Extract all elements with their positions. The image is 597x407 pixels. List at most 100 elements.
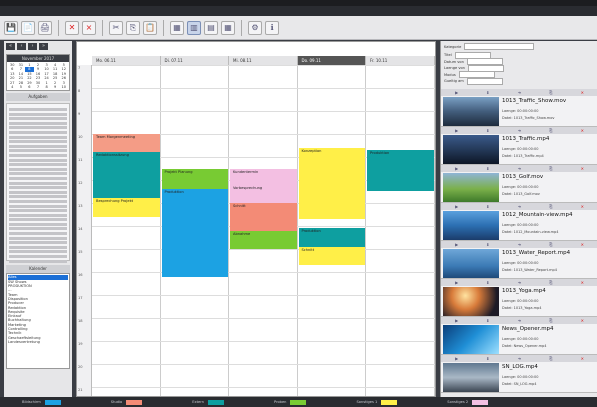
delete-icon[interactable]: ✕ bbox=[581, 356, 584, 361]
download-icon[interactable]: ⬇ bbox=[486, 166, 489, 171]
task-row[interactable] bbox=[9, 218, 67, 222]
copy-icon[interactable]: ⎘ bbox=[549, 242, 552, 247]
calendar-event[interactable]: Produktion bbox=[161, 189, 228, 277]
delete-icon[interactable]: ✕ bbox=[581, 90, 584, 95]
filter-input[interactable] bbox=[464, 43, 535, 50]
task-row[interactable] bbox=[9, 186, 67, 190]
week-view-icon[interactable]: ▤ bbox=[204, 20, 218, 35]
task-row[interactable] bbox=[9, 108, 67, 112]
asset-item[interactable]: ▶ ⬇ ➜ ⎘ ✕ 1013_Traffic_Show.mov Laenge: 00:00:… bbox=[441, 89, 597, 127]
asset-item[interactable]: ▶ ⬇ ➜ ⎘ ✕ 1013_Traffic.mp4 Laenge: 00:00:00:00… bbox=[441, 127, 597, 165]
nav-first-button[interactable]: « bbox=[6, 43, 15, 50]
play-icon[interactable]: ▶ bbox=[455, 280, 458, 285]
copy-icon[interactable]: ⎘ bbox=[549, 356, 552, 361]
send-icon[interactable]: ➜ bbox=[518, 280, 521, 285]
task-row[interactable] bbox=[9, 209, 67, 213]
task-row[interactable] bbox=[9, 259, 67, 263]
mini-calendar-day[interactable]: 6 bbox=[25, 85, 34, 89]
send-icon[interactable]: ➜ bbox=[518, 128, 521, 133]
task-row[interactable] bbox=[9, 172, 67, 176]
copy-icon[interactable]: ⎘ bbox=[549, 166, 552, 171]
task-row[interactable] bbox=[9, 176, 67, 180]
asset-item[interactable]: ▶ ⬇ ➜ ⎘ ✕ SN_LOG.mp4 Laenge: 00:00:00:00 Datei:… bbox=[441, 355, 597, 393]
calendar-event[interactable]: Redaktionssitzung bbox=[93, 152, 160, 199]
task-row[interactable] bbox=[9, 144, 67, 148]
task-row[interactable] bbox=[9, 126, 67, 130]
delete-icon[interactable]: ✕ bbox=[581, 204, 584, 209]
play-icon[interactable]: ▶ bbox=[455, 166, 458, 171]
task-row[interactable] bbox=[9, 140, 67, 144]
calendar-event[interactable]: Kundentermin bbox=[230, 168, 297, 185]
calendar-icon[interactable]: ▦ bbox=[170, 20, 184, 35]
task-row[interactable] bbox=[9, 195, 67, 199]
play-icon[interactable]: ▶ bbox=[455, 356, 458, 361]
send-icon[interactable]: ➜ bbox=[518, 242, 521, 247]
info-icon[interactable]: ℹ bbox=[265, 20, 279, 35]
task-row[interactable] bbox=[9, 117, 67, 121]
task-row[interactable] bbox=[9, 199, 67, 203]
send-icon[interactable]: ➜ bbox=[518, 204, 521, 209]
download-icon[interactable]: ⬇ bbox=[486, 318, 489, 323]
filter-input[interactable] bbox=[466, 77, 503, 85]
play-icon[interactable]: ▶ bbox=[455, 204, 458, 209]
task-row[interactable] bbox=[9, 181, 67, 185]
delete-icon[interactable]: ✕ bbox=[581, 280, 584, 285]
mini-calendar-day[interactable]: 9 bbox=[51, 85, 60, 89]
task-row[interactable] bbox=[9, 131, 67, 134]
paste-icon[interactable]: 📋 bbox=[143, 20, 157, 35]
month-view-icon[interactable]: ▦ bbox=[221, 20, 235, 35]
cut-icon[interactable]: ✂ bbox=[109, 20, 123, 35]
day-column[interactable] bbox=[366, 65, 435, 396]
asset-item[interactable]: ▶ ⬇ ➜ ⎘ ✕ 1013_Yoga.mp4 Laenge: 00:00:00:00 Dat… bbox=[441, 279, 597, 317]
play-icon[interactable]: ▶ bbox=[455, 318, 458, 323]
task-row[interactable] bbox=[9, 255, 67, 259]
mini-calendar-day[interactable]: 10 bbox=[59, 85, 68, 89]
asset-item[interactable]: ▶ ⬇ ➜ ⎘ ✕ News_Opener.mp4 Laenge: 00:00:00:00 D… bbox=[441, 317, 597, 355]
task-row[interactable] bbox=[9, 135, 67, 139]
download-icon[interactable]: ⬇ bbox=[486, 280, 489, 285]
download-icon[interactable]: ⬇ bbox=[486, 90, 489, 95]
nav-prev-button[interactable]: ‹ bbox=[17, 43, 26, 50]
send-icon[interactable]: ➜ bbox=[518, 356, 521, 361]
task-row[interactable] bbox=[9, 121, 67, 125]
delete-icon[interactable]: ✕ bbox=[581, 128, 584, 133]
play-icon[interactable]: ▶ bbox=[455, 128, 458, 133]
copy-icon[interactable]: ⎘ bbox=[126, 20, 140, 35]
task-row[interactable] bbox=[9, 222, 67, 226]
day-header[interactable]: Do. 09.11 bbox=[297, 56, 366, 65]
nav-last-button[interactable]: » bbox=[39, 43, 48, 50]
delete-icon[interactable]: ✕ bbox=[65, 20, 79, 35]
delete-icon[interactable]: ✕ bbox=[581, 318, 584, 323]
mini-calendar-day[interactable]: 5 bbox=[17, 85, 26, 89]
task-row[interactable] bbox=[9, 213, 67, 217]
asset-item[interactable]: ▶ ⬇ ➜ ⎘ ✕ 1013_Water_Report.mp4 Laenge: 00:00:… bbox=[441, 241, 597, 279]
copy-icon[interactable]: ⎘ bbox=[549, 90, 552, 95]
send-icon[interactable]: ➜ bbox=[518, 318, 521, 323]
day-header[interactable]: Mo. 06.11 bbox=[92, 56, 161, 65]
task-row[interactable] bbox=[9, 149, 67, 153]
mini-calendar-day[interactable]: 7 bbox=[34, 85, 43, 89]
download-icon[interactable]: ⬇ bbox=[486, 204, 489, 209]
task-row[interactable] bbox=[9, 153, 67, 157]
send-icon[interactable]: ➜ bbox=[518, 90, 521, 95]
copy-icon[interactable]: ⎘ bbox=[549, 318, 552, 323]
task-row[interactable] bbox=[9, 204, 67, 208]
save-icon[interactable]: 💾 bbox=[4, 20, 18, 35]
calendar-event[interactable]: Besprechung Projekt bbox=[93, 198, 160, 217]
task-row[interactable] bbox=[9, 190, 67, 194]
copy-icon[interactable]: ⎘ bbox=[549, 280, 552, 285]
new-icon[interactable]: 📄 bbox=[21, 20, 35, 35]
task-row[interactable] bbox=[9, 167, 67, 171]
download-icon[interactable]: ⬇ bbox=[486, 356, 489, 361]
day-header[interactable]: Mi. 08.11 bbox=[229, 56, 298, 65]
download-icon[interactable]: ⬇ bbox=[486, 128, 489, 133]
copy-icon[interactable]: ⎘ bbox=[549, 204, 552, 209]
download-icon[interactable]: ⬇ bbox=[486, 242, 489, 247]
delete-icon[interactable]: ✕ bbox=[581, 166, 584, 171]
asset-item[interactable]: ▶ ⬇ ➜ ⎘ ✕ 1012_Mountain-view.mp4 Laenge: 00:00… bbox=[441, 203, 597, 241]
print-icon[interactable]: 🖨 bbox=[38, 20, 52, 35]
day-header[interactable]: Di. 07.11 bbox=[160, 56, 229, 65]
calendar-event[interactable]: Team Morgenmeeting bbox=[93, 134, 160, 153]
task-row[interactable] bbox=[9, 158, 67, 162]
task-row[interactable] bbox=[9, 112, 67, 116]
